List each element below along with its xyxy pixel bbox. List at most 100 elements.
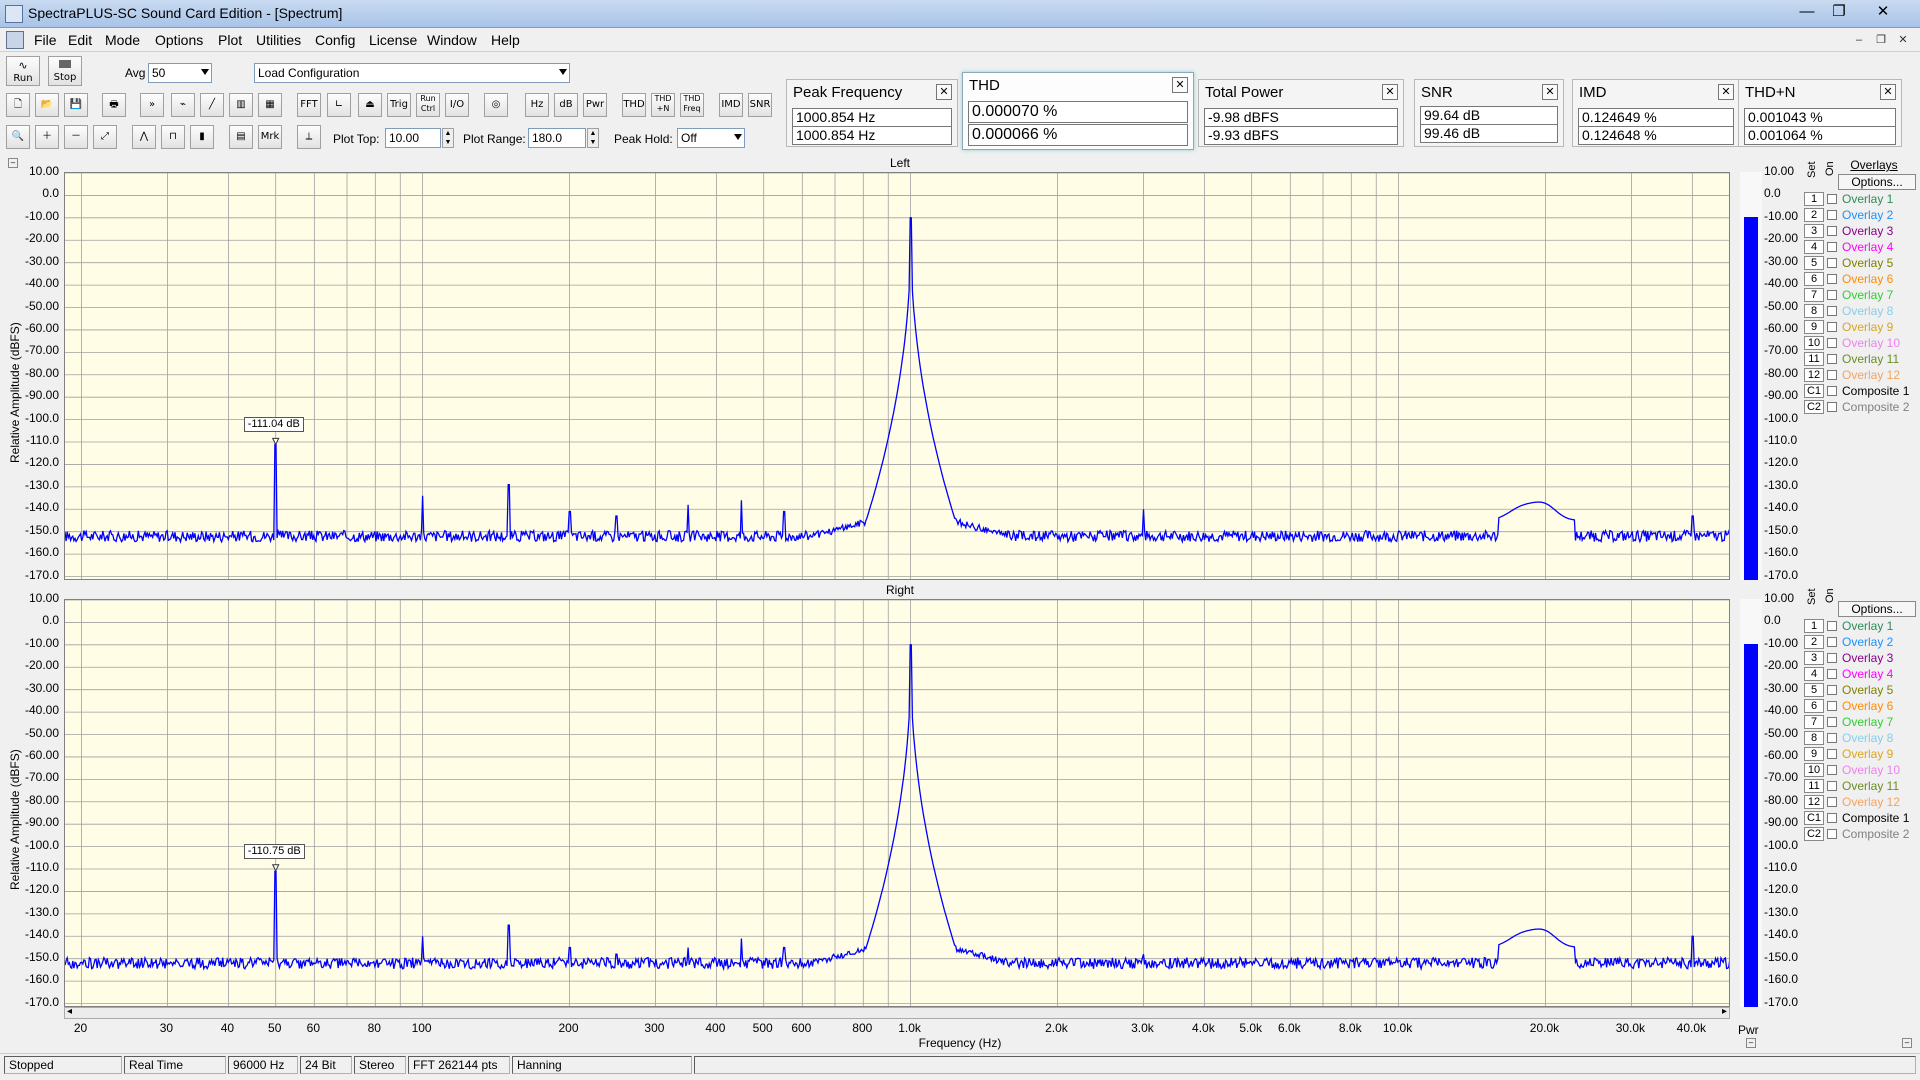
overlay-checkbox[interactable]	[1827, 813, 1837, 823]
overlay-checkbox[interactable]	[1827, 765, 1837, 775]
overlay-row[interactable]: 3 Overlay 3	[1804, 651, 1919, 667]
open-folder-icon[interactable]: 📂	[35, 93, 59, 117]
overlay-row[interactable]: 2 Overlay 2	[1804, 635, 1919, 651]
overlay-set-button[interactable]: 6	[1804, 699, 1824, 713]
overlay-checkbox[interactable]	[1827, 781, 1837, 791]
overlay-row[interactable]: 10 Overlay 10	[1804, 336, 1919, 352]
hz-button[interactable]: Hz	[525, 93, 549, 117]
collapse-icon[interactable]: –	[1746, 1038, 1756, 1048]
overlay-row[interactable]: 7 Overlay 7	[1804, 715, 1919, 731]
print-icon[interactable]: 🖶	[102, 93, 126, 117]
scroll-left-icon[interactable]: ◂	[67, 1006, 72, 1017]
minimize-button[interactable]: —	[1792, 2, 1822, 22]
overlay-row[interactable]: 8 Overlay 8	[1804, 731, 1919, 747]
overlay-row[interactable]: 6 Overlay 6	[1804, 699, 1919, 715]
overlay-checkbox[interactable]	[1827, 274, 1837, 284]
overlay-set-button[interactable]: 11	[1804, 352, 1824, 366]
bar-plot-icon[interactable]: ▮	[190, 125, 214, 149]
overlay-set-button[interactable]: 8	[1804, 304, 1824, 318]
overlay-row[interactable]: 12 Overlay 12	[1804, 368, 1919, 384]
overlay-set-button[interactable]: 6	[1804, 272, 1824, 286]
trig-button[interactable]: Trig	[387, 93, 411, 117]
overlay-set-button[interactable]: 12	[1804, 795, 1824, 809]
overlay-options-button[interactable]: Options...	[1838, 601, 1916, 617]
spectrum-plot-right[interactable]: -110.75 dB	[64, 599, 1730, 1007]
spectrogram-icon[interactable]: ▦	[258, 93, 282, 117]
overlay-set-button[interactable]: 4	[1804, 240, 1824, 254]
thd-freq-button[interactable]: THD Freq	[680, 93, 704, 117]
scroll-right-icon[interactable]: ▸	[1722, 1006, 1727, 1017]
overlay-set-button[interactable]: 2	[1804, 208, 1824, 222]
overlay-set-button[interactable]: 1	[1804, 619, 1824, 633]
overlay-row[interactable]: C1 Composite 1	[1804, 384, 1919, 400]
overlay-set-button[interactable]: 7	[1804, 715, 1824, 729]
overlay-set-button[interactable]: 4	[1804, 667, 1824, 681]
overlay-checkbox[interactable]	[1827, 685, 1837, 695]
overlay-checkbox[interactable]	[1827, 258, 1837, 268]
overlay-checkbox[interactable]	[1827, 829, 1837, 839]
plot-range-spinner[interactable]: ▲ ▼	[587, 128, 599, 148]
overlay-row[interactable]: 11 Overlay 11	[1804, 352, 1919, 368]
overlay-row[interactable]: 8 Overlay 8	[1804, 304, 1919, 320]
close-icon[interactable]: ✕	[1542, 84, 1558, 100]
zoom-out-x-icon[interactable]: －	[64, 125, 88, 149]
overlay-set-button[interactable]: 3	[1804, 651, 1824, 665]
zoom-full-icon[interactable]: ⤢	[93, 125, 117, 149]
menu-file[interactable]: File	[34, 32, 57, 48]
db-button[interactable]: dB	[554, 93, 578, 117]
overlay-checkbox[interactable]	[1827, 210, 1837, 220]
menu-edit[interactable]: Edit	[68, 32, 92, 48]
overlay-checkbox[interactable]	[1827, 242, 1837, 252]
stop-button[interactable]: Stop	[48, 56, 82, 86]
overlay-row[interactable]: 9 Overlay 9	[1804, 320, 1919, 336]
horizontal-scrollbar[interactable]: ◂ ▸	[64, 1006, 1730, 1019]
menu-config[interactable]: Config	[315, 32, 355, 48]
zoom-icon[interactable]: 🔍	[6, 125, 30, 149]
overlay-checkbox[interactable]	[1827, 653, 1837, 663]
mrk-button[interactable]: Mrk	[258, 125, 282, 149]
fft-button[interactable]: FFT	[297, 93, 321, 117]
overlay-row[interactable]: C2 Composite 2	[1804, 400, 1919, 416]
close-icon[interactable]: ✕	[1172, 77, 1188, 93]
overlay-checkbox[interactable]	[1827, 701, 1837, 711]
save-icon[interactable]: 💾	[64, 93, 88, 117]
menu-window[interactable]: Window	[427, 32, 477, 48]
spectrum-plot-left[interactable]: -111.04 dB	[64, 172, 1730, 580]
overlay-checkbox[interactable]	[1827, 386, 1837, 396]
close-icon[interactable]: ✕	[1880, 84, 1896, 100]
overlay-set-button[interactable]: 12	[1804, 368, 1824, 382]
overlay-checkbox[interactable]	[1827, 354, 1837, 364]
overlay-set-button[interactable]: 5	[1804, 683, 1824, 697]
axis-icon[interactable]: ∟	[327, 93, 351, 117]
plot-top-input[interactable]: 10.00	[385, 128, 441, 148]
maximize-button[interactable]: ❐	[1824, 2, 1854, 22]
overlay-row[interactable]: 11 Overlay 11	[1804, 779, 1919, 795]
thdn-button[interactable]: THD +N	[651, 93, 675, 117]
menu-help[interactable]: Help	[491, 32, 520, 48]
overlay-checkbox[interactable]	[1827, 226, 1837, 236]
overlay-row[interactable]: C1 Composite 1	[1804, 811, 1919, 827]
overlay-row[interactable]: 6 Overlay 6	[1804, 272, 1919, 288]
zoom-in-x-icon[interactable]: ＋	[35, 125, 59, 149]
plot-top-spinner[interactable]: ▲ ▼	[442, 128, 454, 148]
overlay-checkbox[interactable]	[1827, 194, 1837, 204]
run-button[interactable]: ∿ Run	[6, 56, 40, 86]
overlay-row[interactable]: 3 Overlay 3	[1804, 224, 1919, 240]
meter-thd[interactable]: THD ✕ 0.000070 % 0.000066 %	[962, 72, 1194, 150]
close-icon[interactable]: ✕	[936, 84, 952, 100]
marker-label-left[interactable]: -111.04 dB	[243, 417, 304, 433]
overlay-row[interactable]: 1 Overlay 1	[1804, 192, 1919, 208]
close-icon[interactable]: ✕	[1382, 84, 1398, 100]
overlay-checkbox[interactable]	[1827, 621, 1837, 631]
overlay-set-button[interactable]: 9	[1804, 320, 1824, 334]
overlay-row[interactable]: 12 Overlay 12	[1804, 795, 1919, 811]
overlay-set-button[interactable]: 7	[1804, 288, 1824, 302]
overlay-checkbox[interactable]	[1827, 733, 1837, 743]
imd-button[interactable]: IMD	[719, 93, 743, 117]
generator-icon[interactable]: ◎	[484, 93, 508, 117]
overlay-set-button[interactable]: 10	[1804, 763, 1824, 777]
config-select[interactable]: Load Configuration	[254, 63, 570, 83]
peak-hold-select[interactable]: Off	[677, 128, 745, 148]
table-icon[interactable]: ▤	[229, 125, 253, 149]
overlay-set-button[interactable]: 1	[1804, 192, 1824, 206]
